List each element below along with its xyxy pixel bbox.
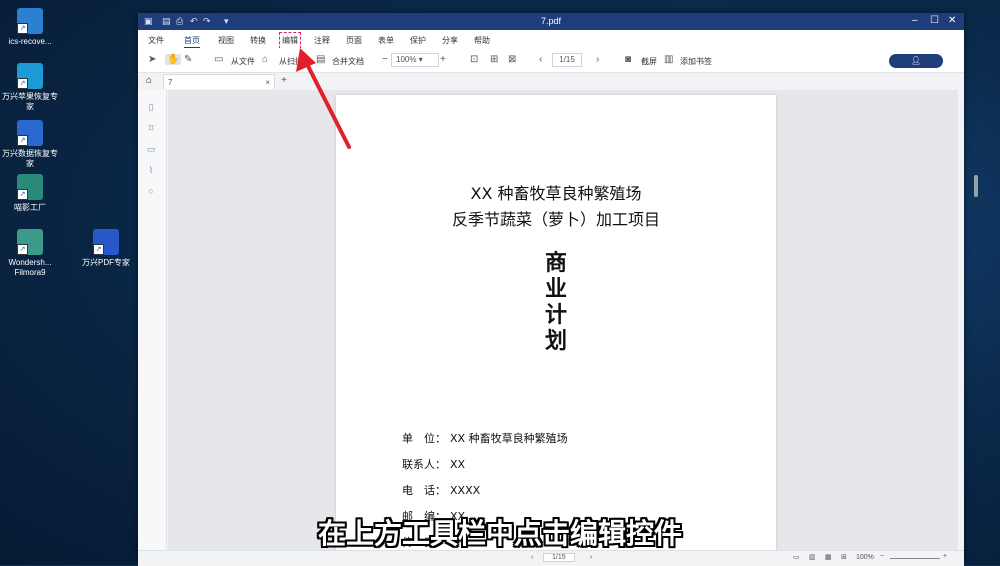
video-caption: 在上方工具栏中点击编辑控件: [317, 518, 682, 549]
annotation-arrow: [296, 48, 351, 149]
